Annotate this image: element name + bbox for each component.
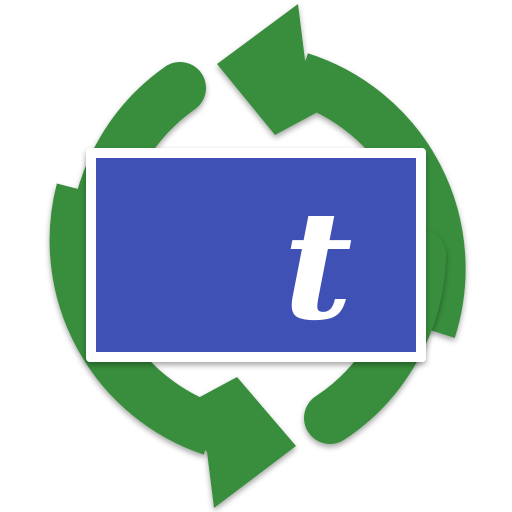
letter-t-glyph: t [283,178,352,354]
sync-arrows-icon: t [49,4,466,508]
app-icon: t [0,0,512,512]
monitor-panel [86,148,426,362]
